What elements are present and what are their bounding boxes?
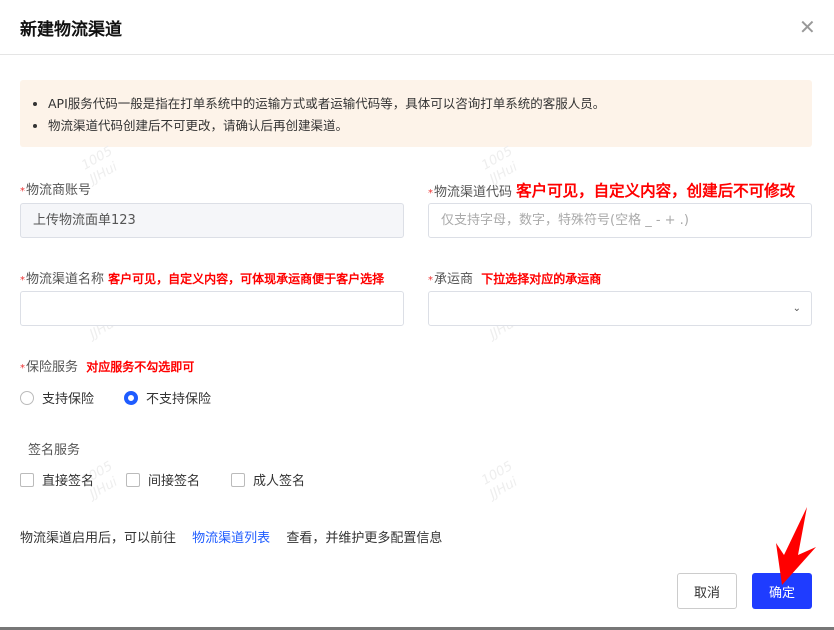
account-label: *物流商账号 xyxy=(20,183,92,198)
channel-list-link[interactable]: 物流渠道列表 xyxy=(192,531,270,546)
name-label: *物流渠道名称 客户可见，自定义内容，可体现承运商便于客户选择 xyxy=(20,272,385,287)
watermark: 1005JJHui xyxy=(479,458,521,503)
carrier-label: *承运商 下拉选择对应的承运商 xyxy=(428,272,602,287)
signature-label: 签名服务 xyxy=(28,443,81,458)
notice-item: API服务代码一般是指在打单系统中的运输方式或者运输代码等，具体可以咨询打单系统… xyxy=(48,93,812,115)
red-arrow-annotation xyxy=(776,507,816,585)
carrier-select[interactable]: ⌄ xyxy=(428,291,812,326)
name-input[interactable] xyxy=(20,291,404,326)
chevron-down-icon: ⌄ xyxy=(792,303,801,314)
checkbox-adult-signature[interactable]: 成人签名 xyxy=(231,470,305,489)
code-label: *物流渠道代码 客户可见，自定义内容，创建后不可修改 xyxy=(428,182,796,200)
radio-support-insurance[interactable]: 支持保险 xyxy=(20,388,94,407)
notice-box: API服务代码一般是指在打单系统中的运输方式或者运输代码等，具体可以咨询打单系统… xyxy=(20,80,812,147)
code-input[interactable]: 仅支持字母，数字，特殊符号(空格 _ - + .) xyxy=(428,203,812,238)
checkbox-direct-signature[interactable]: 直接签名 xyxy=(20,470,94,489)
notice-item: 物流渠道代码创建后不可更改，请确认后再创建渠道。 xyxy=(48,115,812,137)
cancel-button[interactable]: 取消 xyxy=(677,573,737,609)
checkbox-indirect-signature[interactable]: 间接签名 xyxy=(126,470,200,489)
radio-no-insurance[interactable]: 不支持保险 xyxy=(124,388,211,407)
footer-info: 物流渠道启用后，可以前往 物流渠道列表 查看，并维护更多配置信息 xyxy=(20,531,443,546)
header-divider xyxy=(0,54,834,55)
insurance-label: *保险服务 对应服务不勾选即可 xyxy=(20,360,195,375)
close-icon[interactable]: ✕ xyxy=(799,15,816,39)
account-input[interactable]: 上传物流面单123 xyxy=(20,203,404,238)
dialog-title: 新建物流渠道 xyxy=(20,20,122,40)
